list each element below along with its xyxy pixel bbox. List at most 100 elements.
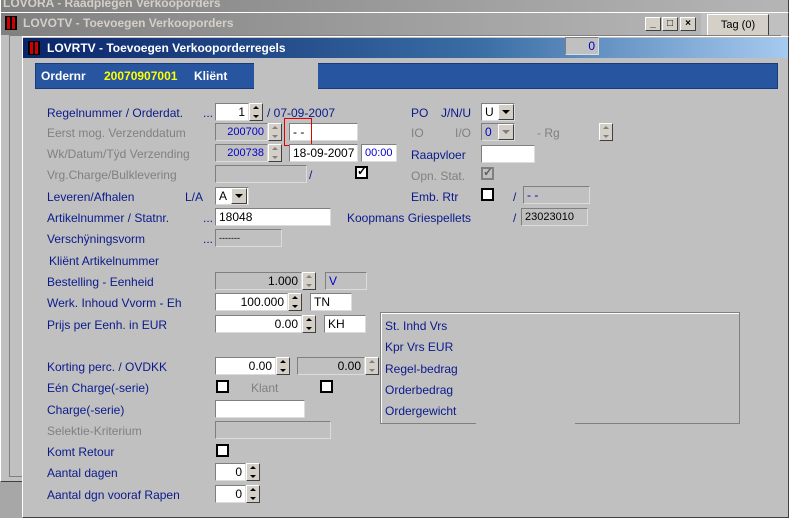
bestelling-unit-field: V: [325, 272, 367, 290]
focus-highlight: [284, 118, 312, 146]
aantal-dagen-spinner[interactable]: [246, 463, 260, 481]
leveren-label: Leveren/Afhalen: [47, 190, 135, 204]
charge-serie-input[interactable]: [215, 400, 305, 418]
emb-rtr-field: - -: [523, 186, 590, 204]
werk-inhoud-spinner[interactable]: [288, 293, 302, 311]
checkmark-icon: ✓: [357, 164, 368, 178]
st-inhd-label: St. Inhd Vrs: [385, 319, 448, 333]
prijs-spinner[interactable]: [302, 315, 316, 333]
artikelnummer-dots: ...: [203, 211, 214, 225]
komt-retour-label: Komt Retour: [47, 445, 115, 459]
vrg-charge-slash: /: [309, 168, 313, 182]
po-dropdown-icon[interactable]: [498, 104, 514, 120]
ovdkk-spinner[interactable]: [365, 357, 379, 375]
een-charge-label: Eén Charge(-serie): [47, 381, 150, 395]
artikelnummer-input[interactable]: 18048: [215, 208, 331, 226]
korting-label: Korting perc. / OVDKK: [47, 360, 168, 374]
io-dropdown-icon[interactable]: [498, 124, 514, 140]
wk-datum-label: Wk/Datum/Tÿd Verzending: [47, 147, 190, 161]
aantal-dgn-spinner[interactable]: [246, 485, 260, 503]
rg-input[interactable]: 0: [565, 37, 599, 55]
prijs-input[interactable]: 0.00: [215, 315, 302, 333]
verschijningsvorm-field[interactable]: -------: [215, 229, 282, 247]
rg-label: - Rg: [537, 126, 560, 140]
verschijningsvorm-dots: ...: [203, 232, 214, 246]
wk-week-spinner[interactable]: [268, 144, 282, 162]
selektie-label: Selektie-Kriterium: [47, 424, 142, 438]
leveren-la-label: L/A: [185, 190, 204, 204]
verzend-date-input[interactable]: 18-09-2007: [289, 144, 358, 162]
prijs-unit[interactable]: KH: [324, 315, 366, 333]
window-lovora-title: LOVORA - Raadplegen Verkooporders: [3, 0, 221, 10]
regelnummer-input[interactable]: 1: [215, 103, 249, 121]
regelnummer-spinner[interactable]: [249, 103, 263, 121]
regelnummer-label: Regelnummer / Orderdat.: [47, 106, 184, 120]
lovotv-minimize-button[interactable]: _: [645, 17, 661, 31]
window-lovotv-titlebar[interactable]: LOVOTV - Toevoegen Verkooporders: [1, 13, 701, 35]
klant-label: Klant: [251, 381, 279, 395]
rg-spinner[interactable]: [599, 123, 613, 141]
charge-serie-label: Charge(-serie): [47, 403, 125, 417]
korting-input[interactable]: 0.00: [215, 357, 276, 375]
aantal-dagen-input[interactable]: 0: [215, 463, 246, 481]
ordergewicht-label: Ordergewicht: [385, 404, 457, 418]
lovotv-system-icon[interactable]: [5, 16, 17, 30]
bestelling-input[interactable]: 1.000: [215, 272, 302, 290]
artikelnummer-label: Artikelnummer / Statnr.: [47, 211, 170, 225]
emb-rtr-slash: /: [513, 190, 517, 204]
order-header-bar: Ordernr 20070907001 Kliënt: [35, 63, 778, 89]
ordernr-value: 20070907001: [104, 69, 178, 83]
wk-week-input[interactable]: 200738: [215, 144, 268, 162]
window-lovrtv-title: LOVRTV - Toevoegen Verkooporderregels: [47, 41, 286, 55]
eerst-mog-spinner[interactable]: [268, 123, 282, 141]
eerst-mog-label: Eerst mog. Verzenddatum: [47, 126, 186, 140]
een-charge-checkbox[interactable]: [216, 380, 229, 393]
vrg-charge-input[interactable]: [215, 165, 307, 183]
bestelling-spinner[interactable]: [302, 272, 316, 290]
verschijningsvorm-label: Verschÿningsvorm: [47, 232, 146, 246]
werk-inhoud-input[interactable]: 100.000: [215, 293, 288, 311]
klient-value: [254, 63, 318, 89]
regel-bedrag-label: Regel-bedrag: [385, 362, 458, 376]
statnr-slash: /: [513, 211, 517, 225]
kpr-vrs-label: Kpr Vrs EUR: [385, 340, 454, 354]
emb-rtr-checkbox[interactable]: [481, 188, 494, 201]
raapvloer-input[interactable]: [481, 145, 535, 163]
korting-spinner[interactable]: [276, 357, 290, 375]
regelnummer-dots: ...: [203, 106, 214, 120]
opn-stat-checkbox[interactable]: ✓: [481, 165, 494, 180]
eerst-mog-week-input[interactable]: 200700: [215, 123, 268, 141]
emb-rtr-label: Emb. Rtr: [411, 190, 459, 204]
klient-label: Kliënt: [194, 69, 228, 83]
werk-inhoud-label: Werk. Inhoud Vvorm - Eh: [47, 296, 182, 310]
summary-values-panel: [476, 316, 575, 431]
klant-checkbox[interactable]: [320, 380, 333, 393]
window-lovrtv-titlebar[interactable]: LOVRTV - Toevoegen Verkooporderregels: [23, 38, 788, 58]
bulklevering-checkbox[interactable]: ✓: [355, 164, 368, 179]
prijs-label: Prijs per Eenh. in EUR: [47, 318, 168, 332]
po-label: PO: [411, 106, 429, 120]
komt-retour-checkbox[interactable]: [216, 444, 229, 457]
checkmark-icon: ✓: [483, 165, 494, 179]
orderbedrag-label: Orderbedrag: [385, 383, 454, 397]
summary-box: St. Inhd Vrs Kpr Vrs EUR Regel-bedrag Or…: [380, 312, 740, 431]
leveren-dropdown-icon[interactable]: [231, 188, 247, 204]
lovotv-maximize-button[interactable]: □: [662, 17, 678, 31]
window-lovotv-title: LOVOTV - Toevoegen Verkooporders: [23, 16, 234, 30]
lovrtv-system-icon[interactable]: [28, 41, 40, 55]
werk-inhoud-unit[interactable]: TN: [310, 293, 352, 311]
ordernr-label: Ordernr: [41, 69, 86, 83]
artikel-description: Koopmans Griespellets: [347, 211, 472, 225]
lovotv-close-button[interactable]: ×: [680, 17, 696, 31]
tag-button[interactable]: Tag (0): [707, 14, 769, 36]
selektie-input[interactable]: [215, 421, 331, 439]
aantal-dgn-label: Aantal dgn vooraf Rapen: [47, 488, 180, 502]
verzend-time-input[interactable]: 00:00: [361, 144, 397, 162]
statnr-field: 23023010: [521, 208, 588, 226]
ovdkk-input[interactable]: 0.00: [297, 357, 365, 375]
aantal-dgn-input[interactable]: 0: [215, 485, 246, 503]
raapvloer-label: Raapvloer: [411, 148, 466, 162]
io-label: IO: [411, 126, 424, 140]
opn-stat-label: Opn. Stat.: [411, 169, 466, 183]
po-jnu-label: J/N/U: [441, 106, 471, 120]
